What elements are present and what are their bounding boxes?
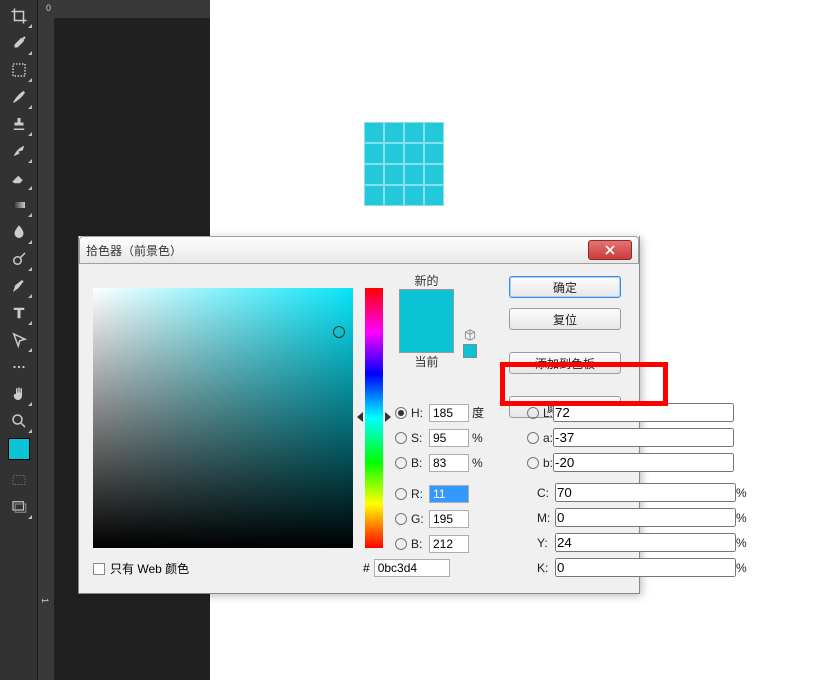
lab-fields: L: a: b: — [527, 400, 734, 475]
blur-tool[interactable] — [5, 218, 33, 245]
reset-button[interactable]: 复位 — [509, 308, 621, 330]
history-brush-tool[interactable] — [5, 137, 33, 164]
ruler-vertical: 1 — [38, 18, 54, 680]
input-g[interactable] — [429, 510, 469, 528]
foreground-color-swatch[interactable] — [8, 438, 30, 460]
tools-panel — [0, 0, 38, 680]
label-a: a: — [543, 431, 553, 445]
input-L[interactable] — [553, 403, 734, 422]
label-s: S: — [411, 431, 429, 445]
hex-prefix: # — [363, 561, 370, 575]
zoom-tool[interactable] — [5, 407, 33, 434]
close-button[interactable] — [588, 240, 632, 260]
radio-a[interactable] — [527, 432, 539, 444]
label-c: C: — [537, 486, 555, 500]
hex-input[interactable] — [374, 559, 450, 577]
hand-tool[interactable] — [5, 380, 33, 407]
input-h[interactable] — [429, 404, 469, 422]
label-g: G: — [411, 512, 429, 526]
new-color-label: 新的 — [399, 272, 454, 289]
checkbox-icon — [93, 563, 105, 575]
input-m[interactable] — [555, 508, 736, 527]
input-s[interactable] — [429, 429, 469, 447]
saturation-value-field[interactable] — [93, 288, 353, 548]
dodge-tool[interactable] — [5, 245, 33, 272]
hex-row: # — [363, 559, 450, 577]
radio-s[interactable] — [395, 432, 407, 444]
input-y[interactable] — [555, 533, 736, 552]
quick-mask-tool[interactable] — [5, 466, 33, 493]
radio-L[interactable] — [527, 407, 539, 419]
unit-y: % — [736, 536, 747, 550]
unit-k: % — [736, 561, 747, 575]
color-picker-dialog: 拾色器（前景色） 新的 当前 确定 复位 添加到色板 — [78, 236, 640, 594]
pen-tool[interactable] — [5, 272, 33, 299]
radio-bb[interactable] — [395, 538, 407, 550]
radio-labb[interactable] — [527, 457, 539, 469]
label-k: K: — [537, 561, 555, 575]
stamp-tool[interactable] — [5, 110, 33, 137]
input-a[interactable] — [553, 428, 734, 447]
unit-b: % — [472, 456, 490, 470]
web-safe-label: 只有 Web 颜色 — [110, 560, 189, 577]
type-tool[interactable] — [5, 299, 33, 326]
label-r: R: — [411, 487, 429, 501]
current-color-swatch[interactable] — [399, 321, 454, 353]
marquee-tool[interactable] — [5, 56, 33, 83]
label-bb: B: — [411, 537, 429, 551]
ruler-v-1: 1 — [40, 598, 50, 603]
ok-button[interactable]: 确定 — [509, 276, 621, 298]
eraser-tool[interactable] — [5, 164, 33, 191]
label-y: Y: — [537, 536, 555, 550]
dialog-titlebar[interactable]: 拾色器（前景色） — [79, 236, 639, 264]
hue-arrow-right-icon — [385, 412, 391, 422]
input-r[interactable] — [429, 485, 469, 503]
radio-r[interactable] — [395, 488, 407, 500]
radio-b[interactable] — [395, 457, 407, 469]
radio-h[interactable] — [395, 407, 407, 419]
gamut-warning-icon[interactable] — [463, 328, 477, 345]
screen-mode-tool[interactable] — [5, 493, 33, 520]
radio-g[interactable] — [395, 513, 407, 525]
input-k[interactable] — [555, 558, 736, 577]
gradient-tool[interactable] — [5, 191, 33, 218]
unit-m: % — [736, 511, 747, 525]
eyedropper-tool[interactable] — [5, 29, 33, 56]
hue-arrow-left-icon — [357, 412, 363, 422]
ruler-horizontal: 0 — [38, 0, 210, 18]
new-color-swatch[interactable] — [399, 289, 454, 321]
web-safe-swatch[interactable] — [463, 344, 477, 358]
path-select-tool[interactable] — [5, 326, 33, 353]
sv-marker — [333, 326, 345, 338]
web-safe-checkbox[interactable]: 只有 Web 颜色 — [93, 560, 189, 577]
label-b: B: — [411, 456, 429, 470]
hsb-rgb-fields: H: 度 S: % B: % R: — [395, 400, 490, 556]
crop-tool[interactable] — [5, 2, 33, 29]
hue-slider[interactable] — [365, 288, 383, 548]
label-m: M: — [537, 511, 555, 525]
input-labb[interactable] — [553, 453, 734, 472]
ruler-h-0: 0 — [46, 3, 51, 13]
sample-swatch-grid — [364, 122, 444, 206]
add-to-swatches-button[interactable]: 添加到色板 — [509, 352, 621, 374]
current-color-label: 当前 — [399, 353, 454, 370]
ellipsis-tool[interactable] — [5, 353, 33, 380]
label-L: L: — [543, 406, 553, 420]
unit-h: 度 — [472, 404, 490, 421]
label-labb: b: — [543, 456, 553, 470]
unit-c: % — [736, 486, 747, 500]
unit-s: % — [472, 431, 490, 445]
input-bb[interactable] — [429, 535, 469, 553]
brush-tool[interactable] — [5, 83, 33, 110]
preview-swatches: 新的 当前 — [399, 272, 454, 370]
cmyk-fields: C: % M: % Y: % K: % — [537, 480, 747, 580]
label-h: H: — [411, 406, 429, 420]
input-c[interactable] — [555, 483, 736, 502]
dialog-title: 拾色器（前景色） — [86, 242, 182, 259]
input-b[interactable] — [429, 454, 469, 472]
